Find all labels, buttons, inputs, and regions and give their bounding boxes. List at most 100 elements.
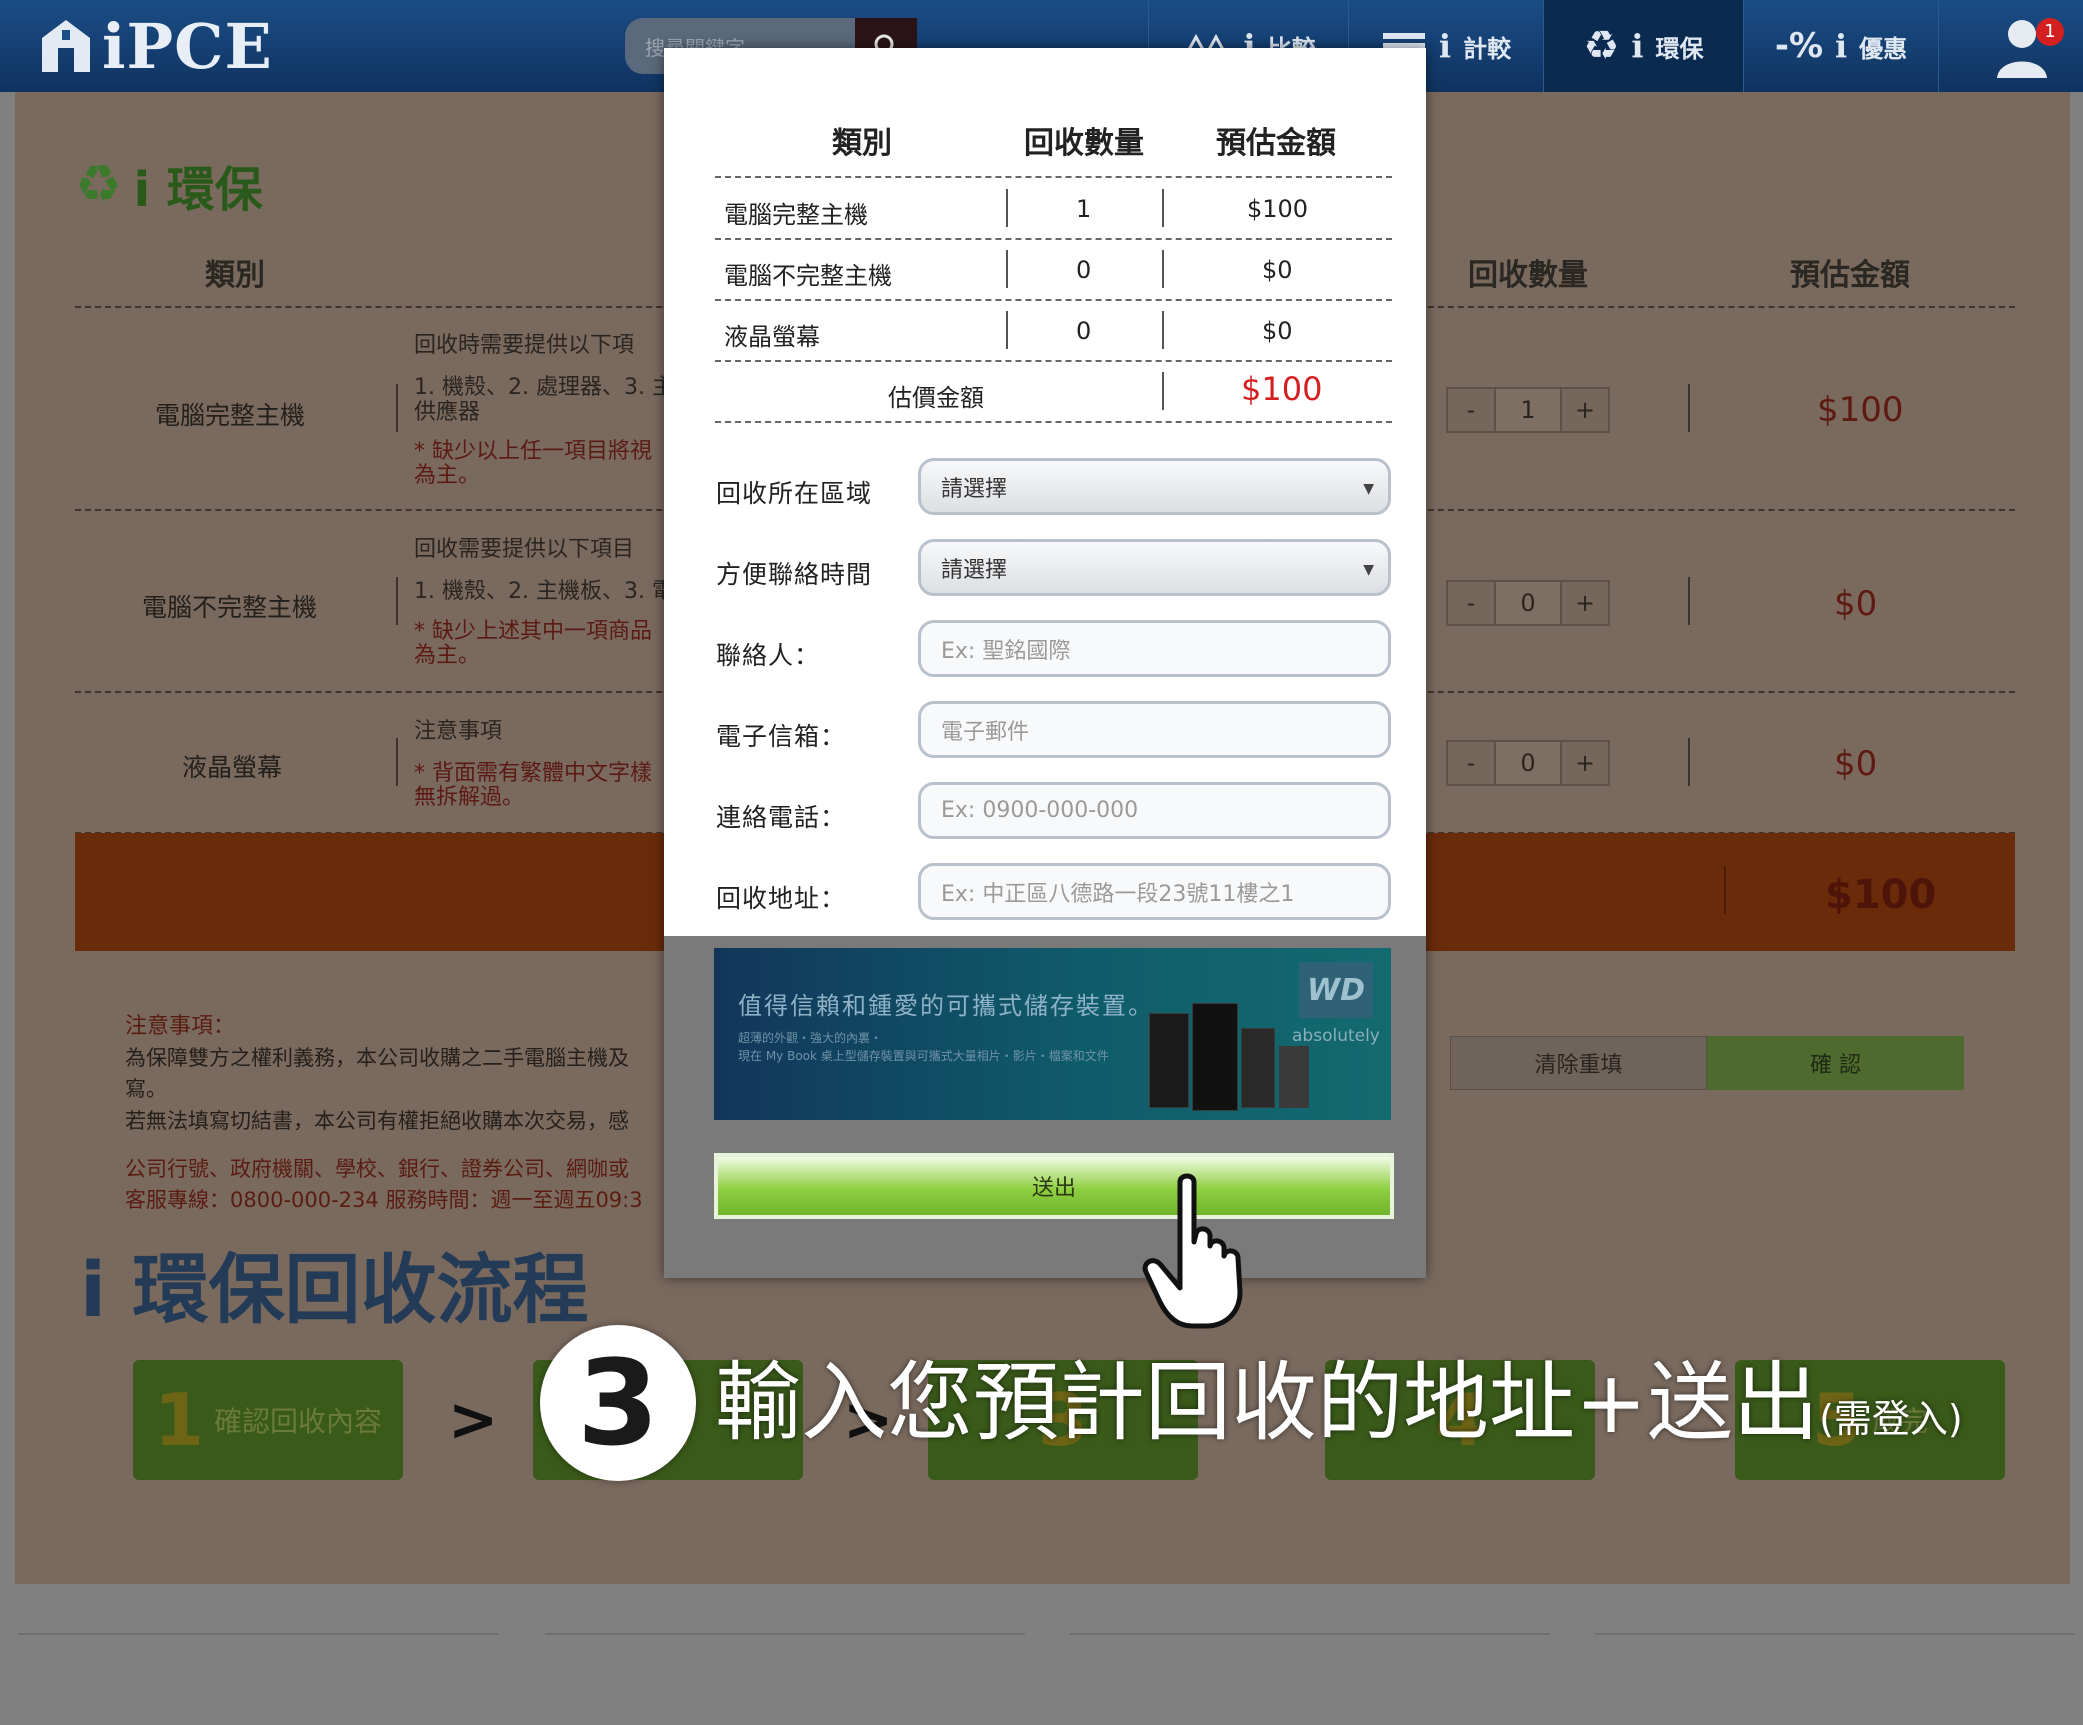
decrement-button[interactable]: - [1448,742,1494,784]
divider [1162,311,1164,349]
address-label: 回收地址： [716,884,847,913]
quantity-stepper[interactable]: - 0 + [1446,580,1610,626]
modal-row-category: 液晶螢幕 [724,323,820,351]
wd-logo: WD [1299,962,1373,1018]
step-number-badge: 3 [540,1325,696,1481]
row-warning: 為主。 [414,643,481,668]
row-category: 電腦不完整主機 [142,593,318,622]
contact-time-select[interactable]: 請選擇 ▼ [918,539,1391,596]
row-note-items: 1. 機殼、2. 主機板、3. 電 [414,579,674,604]
footer-divider [1070,1633,1550,1635]
region-label: 回收所在區域 [716,479,873,508]
divider [1162,372,1164,410]
email-field[interactable]: 電子郵件 [918,701,1391,758]
quantity-value[interactable]: 0 [1494,582,1562,624]
site-logo[interactable]: iPCE [40,8,273,84]
divider [1162,250,1164,288]
percent-icon: -% [1774,26,1824,66]
modal-row-amount: $0 [1262,317,1293,345]
contact-name-label: 聯絡人： [716,641,821,670]
decrement-button[interactable]: - [1448,389,1494,431]
nav-label-eco: 環保 [1655,34,1704,63]
hard-drive-image [1279,1046,1309,1108]
divider [1688,384,1690,432]
increment-button[interactable]: + [1562,389,1608,431]
recycle-form-modal: 類別 回收數量 預估金額 電腦完整主機 1 $100 電腦不完整主機 0 $0 … [664,48,1426,1278]
flow-title: i 環保回收流程 [80,1245,589,1334]
row-category: 電腦完整主機 [155,401,306,430]
note-line: 寫。 [125,1077,167,1101]
chevron-down-icon: ▼ [1363,481,1374,497]
decrement-button[interactable]: - [1448,582,1494,624]
row-warning: 無拆解過。 [414,785,525,810]
quantity-value[interactable]: 1 [1494,389,1562,431]
modal-row-amount: $0 [1262,256,1293,284]
contact-time-label: 方便聯絡時間 [716,560,873,589]
quantity-value[interactable]: 0 [1494,742,1562,784]
modal-row-qty: 1 [1076,195,1092,223]
nav-i: i [1835,27,1848,65]
row-amount: $0 [1834,584,1878,624]
divider [715,421,1392,423]
divider [1688,577,1690,625]
note-line: 公司行號、政府機關、學校、銀行、證券公司、網咖或 [125,1157,629,1181]
submit-button[interactable]: 送出 [714,1153,1394,1219]
hard-drive-image [1192,1003,1238,1111]
nav-i: i [1438,27,1452,65]
modal-column-qty: 回收數量 [1024,126,1144,161]
column-header-category: 類別 [205,258,265,293]
clear-button[interactable]: 清除重填 [1450,1036,1707,1090]
nav-eco[interactable]: ♻ i 環保 [1543,0,1743,92]
quantity-stepper[interactable]: - 0 + [1446,740,1610,786]
nav-deals[interactable]: -% i 優惠 [1743,0,1939,92]
ad-subtext: 現在 My Book 桌上型儲存裝置與可攜式大量相片・影片・檔案和文件 [738,1049,1109,1063]
row-warning: * 缺少上述其中一項商品 [414,619,652,644]
logo-text: iPCE [102,9,273,83]
pointer-hand-icon [1142,1173,1243,1329]
footer-divider [545,1633,1025,1635]
row-warning: * 缺少以上任一項目將視 [414,439,652,464]
divider [1724,866,1726,914]
divider [396,738,398,786]
row-note-title: 注意事項 [414,719,503,744]
chevron-right-icon: > [448,1385,499,1455]
modal-total-label: 估價金額 [888,384,984,412]
region-select[interactable]: 請選擇 ▼ [918,458,1391,515]
divider [1162,189,1164,227]
ad-subtext: 超薄的外觀・強大的內裏・ [738,1031,883,1045]
row-warning: * 背面需有繁體中文字樣 [414,761,652,786]
wd-tagline: absolutely [1292,1026,1380,1046]
divider [1006,189,1008,227]
increment-button[interactable]: + [1562,582,1608,624]
notification-badge: 1 [2036,18,2064,46]
divider [1688,738,1690,786]
ad-headline: 值得信賴和鍾愛的可攜式儲存裝置。 [738,992,1154,1020]
notes-title: 注意事項： [125,1014,236,1039]
confirm-button[interactable]: 確 認 [1707,1036,1964,1090]
phone-field[interactable]: Ex: 0900-000-000 [918,782,1391,839]
phone-label: 連絡電話： [716,803,847,832]
hard-drive-image [1149,1013,1189,1108]
contact-name-field[interactable]: Ex: 聖銘國際 [918,620,1391,677]
divider [396,384,398,432]
note-line: 為保障雙方之權利義務，本公司收購之二手電腦主機及 [125,1046,629,1070]
ad-banner[interactable]: 值得信賴和鍾愛的可攜式儲存裝置。 超薄的外觀・強大的內裏・ 現在 My Book… [714,948,1391,1120]
row-amount: $0 [1834,744,1878,784]
divider [715,176,1392,178]
divider [715,238,1392,240]
row-category: 液晶螢幕 [182,753,283,782]
modal-row-amount: $100 [1247,195,1309,223]
step-instruction: 輸入您預計回收的地址+送出(需登入) [715,1353,1963,1453]
eco-page-title: ♻ i 環保 [75,155,263,218]
quantity-stepper[interactable]: - 1 + [1446,387,1610,433]
address-field[interactable]: Ex: 中正區八德路一段23號11樓之1 [918,863,1391,920]
note-line: 若無法填寫切結書，本公司有權拒絕收購本次交易，感 [125,1109,629,1133]
total-amount: $100 [1825,872,1937,918]
modal-total-amount: $100 [1241,370,1323,408]
divider [1006,250,1008,288]
nav-i: i [1631,27,1644,65]
email-label: 電子信箱： [716,722,847,751]
increment-button[interactable]: + [1562,742,1608,784]
modal-body: 類別 回收數量 預估金額 電腦完整主機 1 $100 電腦不完整主機 0 $0 … [664,48,1426,936]
row-note-items: 供應器 [414,400,481,425]
